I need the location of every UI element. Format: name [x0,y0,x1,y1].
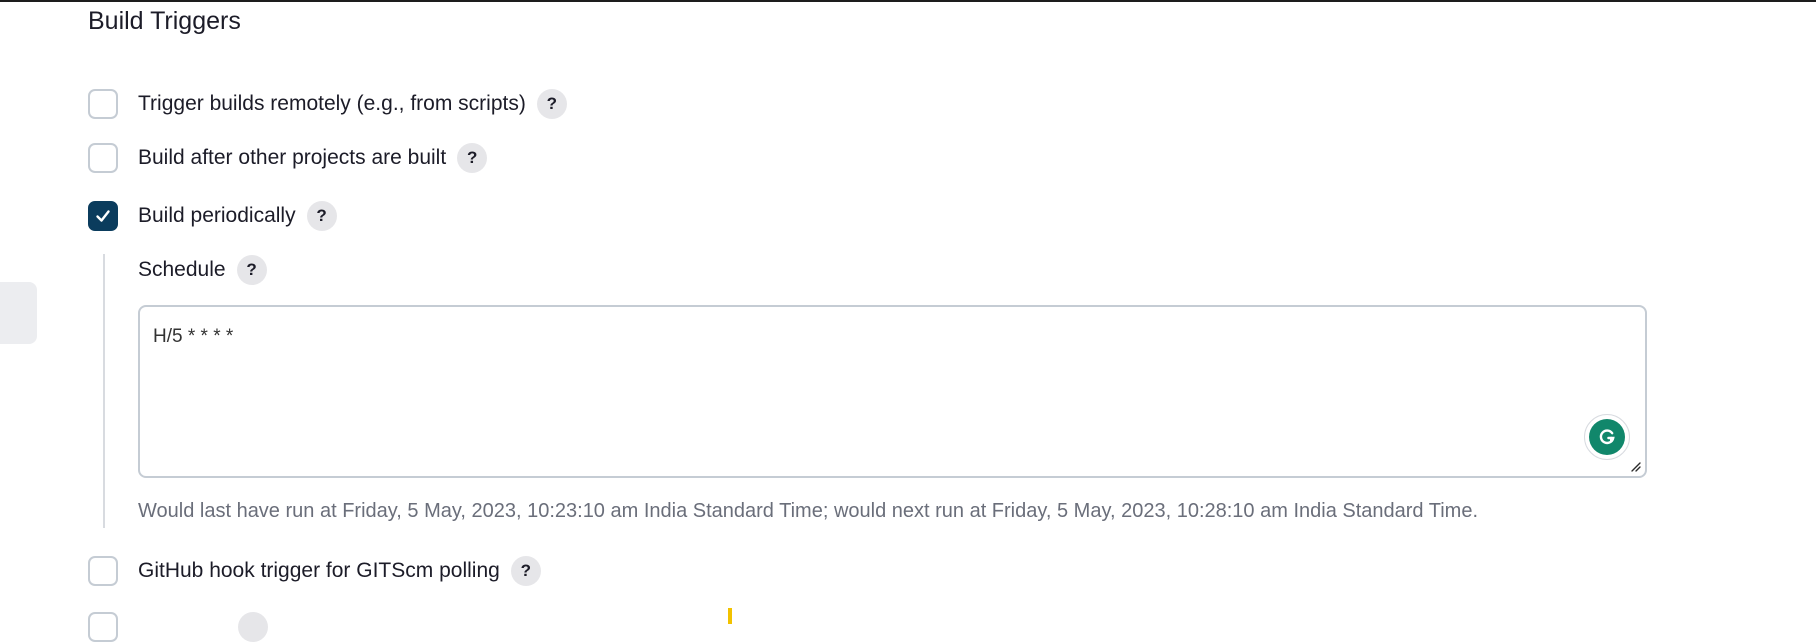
schedule-value: H/5 * * * * [153,326,234,347]
text-cursor [728,608,732,624]
schedule-header: Schedule ? [138,253,267,287]
option-github-hook-trigger: GitHub hook trigger for GITScm polling ? [88,554,541,588]
schedule-label: Schedule [138,258,226,281]
schedule-textarea[interactable]: H/5 * * * * [138,305,1647,478]
help-icon[interactable]: ? [306,201,337,231]
resize-handle-icon[interactable] [1629,460,1641,472]
help-icon[interactable]: ? [536,89,567,119]
option-build-after-other-projects: Build after other projects are built ? [88,141,488,175]
top-divider [0,0,1816,2]
help-icon[interactable]: ? [236,255,267,285]
help-icon[interactable]: ? [510,556,541,586]
trigger-remotely-checkbox[interactable] [88,89,118,119]
check-icon [96,210,110,222]
grammarly-icon[interactable] [1584,414,1630,460]
help-icon[interactable] [238,612,268,642]
next-option-checkbox[interactable] [88,612,118,642]
github-hook-trigger-checkbox[interactable] [88,556,118,586]
option-trigger-remotely: Trigger builds remotely (e.g., from scri… [88,87,567,121]
option-build-periodically: Build periodically ? [88,199,337,233]
section-title: Build Triggers [88,7,241,35]
side-panel-tab[interactable] [0,282,37,344]
build-periodically-label[interactable]: Build periodically [138,204,296,228]
build-after-other-projects-label[interactable]: Build after other projects are built [138,146,446,170]
trigger-remotely-label[interactable]: Trigger builds remotely (e.g., from scri… [138,92,526,116]
build-periodically-checkbox[interactable] [88,201,118,231]
build-after-other-projects-checkbox[interactable] [88,143,118,173]
help-icon[interactable]: ? [457,143,488,173]
schedule-hint: Would last have run at Friday, 5 May, 20… [138,500,1478,522]
nested-section-rule [103,254,105,528]
github-hook-trigger-label[interactable]: GitHub hook trigger for GITScm polling [138,559,500,583]
